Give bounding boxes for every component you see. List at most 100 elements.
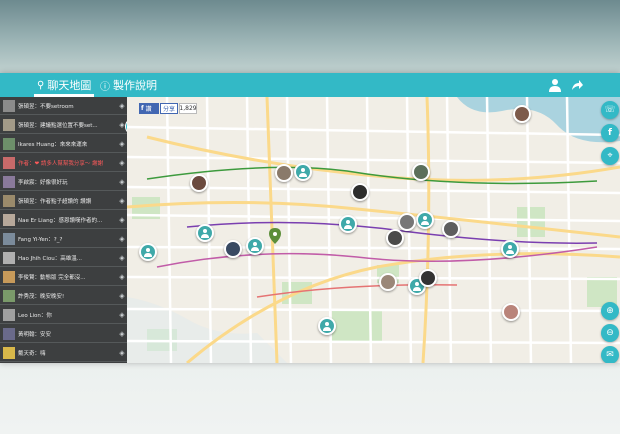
locate-message-icon[interactable]: ◈: [118, 197, 126, 205]
app-window: ⚲ 聊天地圖 ⓘ 製作說明 張碩昱：不要setroom ◈ 張碩昱：建議點選位置不要…: [0, 73, 620, 363]
broadcast-button[interactable]: ☏: [601, 101, 619, 119]
chat-message-list[interactable]: 張碩昱：不要setroom ◈ 張碩昱：建議點選位置不要set... ◈ Ikares …: [0, 97, 127, 363]
facebook-button[interactable]: f: [601, 124, 619, 142]
chat-message-text: Nae Er Liang：感恩讚嘆作者的...: [18, 217, 103, 224]
avatar: [3, 346, 15, 359]
chat-message-item[interactable]: 作者：❤ 請多人幫幫我分享～ 謝謝 ◈: [0, 154, 127, 172]
user-icon[interactable]: [548, 77, 562, 93]
user-avatar-marker[interactable]: [351, 183, 369, 201]
user-avatar-marker[interactable]: [386, 229, 404, 247]
facebook-like-label: 讚: [145, 106, 152, 113]
avatar: [3, 251, 15, 264]
locate-message-icon[interactable]: ◈: [118, 235, 126, 243]
chat-message-item[interactable]: 張碩昱：不要setroom ◈: [0, 97, 127, 115]
map-pin-icon[interactable]: [269, 228, 281, 244]
person-icon: [251, 242, 259, 251]
user-avatar-marker[interactable]: [513, 105, 531, 123]
avatar: [3, 289, 15, 302]
locate-message-icon[interactable]: ◈: [118, 311, 126, 319]
user-marker[interactable]: [318, 317, 336, 335]
facebook-share-label: 分享: [162, 106, 175, 113]
user-marker[interactable]: [139, 243, 157, 261]
user-marker[interactable]: [294, 163, 312, 181]
chat-message-item[interactable]: 張碩昱：建議點選位置不要set... ◈: [0, 116, 127, 134]
chat-message-item[interactable]: 戴天奇：嗨 ◈: [0, 344, 127, 362]
avatar: [3, 156, 15, 169]
chat-message-item[interactable]: Leo Lion：你 ◈: [0, 306, 127, 324]
map-pin-icon: ⚲: [37, 79, 45, 91]
facebook-share-button[interactable]: 分享: [160, 103, 178, 114]
facebook-like-button[interactable]: f 讚: [139, 103, 159, 114]
locate-message-icon[interactable]: ◈: [118, 273, 126, 281]
avatar: [3, 137, 15, 150]
chat-message-text: Hao Jhih Ciou：高雄溫...: [18, 255, 82, 262]
crosshair-icon: ⌖: [607, 151, 613, 161]
chat-bubble-icon: ✉: [606, 350, 614, 360]
locate-message-icon[interactable]: ◈: [118, 178, 126, 186]
user-marker[interactable]: [416, 211, 434, 229]
facebook-share-count: 1,829: [179, 103, 197, 114]
user-avatar-marker[interactable]: [379, 273, 397, 291]
chat-message-item[interactable]: Fang Yi-Yen：?_? ◈: [0, 230, 127, 248]
locate-message-icon[interactable]: ◈: [118, 102, 126, 110]
user-avatar-marker[interactable]: [398, 213, 416, 231]
chat-message-text: 張碩昱：建議點選位置不要set...: [18, 122, 98, 129]
user-avatar-marker[interactable]: [224, 240, 242, 258]
chat-message-text: 許秀茂：晚安晚安!: [18, 293, 65, 300]
user-avatar-marker[interactable]: [419, 269, 437, 287]
chat-message-text: 張碩昱：不要setroom: [18, 103, 74, 110]
chat-message-text: Ikares Huang：來來來運來: [18, 141, 88, 148]
locate-message-icon[interactable]: ◈: [118, 292, 126, 300]
chat-message-item[interactable]: Nae Er Liang：感恩讚嘆作者的... ◈: [0, 211, 127, 229]
avatar: [3, 308, 15, 321]
user-avatar-marker[interactable]: [275, 164, 293, 182]
chat-message-item[interactable]: 許秀茂：晚安晚安! ◈: [0, 287, 127, 305]
user-marker[interactable]: [196, 224, 214, 242]
user-marker[interactable]: [339, 215, 357, 233]
user-avatar-marker[interactable]: [502, 303, 520, 321]
person-icon: [323, 322, 331, 331]
avatar: [3, 270, 15, 283]
chat-message-item[interactable]: 李啟宸：好像很好玩 ◈: [0, 173, 127, 191]
locate-message-icon[interactable]: ◈: [118, 254, 126, 262]
chat-message-text: 作者：❤ 請多人幫幫我分享～ 謝謝: [18, 160, 104, 167]
facebook-icon: f: [608, 128, 612, 138]
user-avatar-marker[interactable]: [412, 163, 430, 181]
chat-message-item[interactable]: 李俊賢：動態版 完全都沒... ◈: [0, 268, 127, 286]
person-icon: [144, 248, 152, 257]
locate-message-icon[interactable]: ◈: [118, 159, 126, 167]
locate-message-icon[interactable]: ◈: [118, 216, 126, 224]
user-avatar-marker[interactable]: [442, 220, 460, 238]
avatar: [3, 327, 15, 340]
broadcast-icon: ☏: [604, 105, 616, 115]
chat-message-item[interactable]: 張碩昱：作者點子超讚的 讚讚 ◈: [0, 192, 127, 210]
person-icon: [201, 229, 209, 238]
info-icon: ⓘ: [100, 81, 110, 93]
person-icon: [421, 216, 429, 225]
tab-about[interactable]: ⓘ 製作說明: [100, 73, 157, 97]
top-nav-bar: ⚲ 聊天地圖 ⓘ 製作說明: [0, 73, 620, 97]
tab-about-label: 製作說明: [113, 79, 157, 92]
share-icon[interactable]: [570, 77, 584, 93]
locate-message-icon[interactable]: ◈: [118, 140, 126, 148]
zoom-in-button[interactable]: ⊕: [601, 302, 619, 320]
chat-button[interactable]: ✉: [601, 346, 619, 363]
chat-message-text: 李俊賢：動態版 完全都沒...: [18, 274, 86, 281]
user-marker[interactable]: [501, 240, 519, 258]
person-icon: [299, 168, 307, 177]
chat-message-item[interactable]: Ikares Huang：來來來運來 ◈: [0, 135, 127, 153]
locate-message-icon[interactable]: ◈: [118, 330, 126, 338]
chat-message-item[interactable]: Hao Jhih Ciou：高雄溫... ◈: [0, 249, 127, 267]
chat-message-text: Fang Yi-Yen：?_?: [18, 236, 63, 243]
avatar: [3, 118, 15, 131]
avatar: [3, 232, 15, 245]
zoom-out-button[interactable]: ⊖: [601, 324, 619, 342]
user-marker[interactable]: [246, 237, 264, 255]
locate-message-icon[interactable]: ◈: [118, 349, 126, 357]
chat-message-item[interactable]: 黃明翰：安安 ◈: [0, 325, 127, 343]
chat-message-text: Leo Lion：你: [18, 312, 52, 319]
avatar: [3, 194, 15, 207]
locate-me-button[interactable]: ⌖: [601, 147, 619, 165]
user-avatar-marker[interactable]: [190, 174, 208, 192]
map-canvas[interactable]: f 讚 分享 1,829 ☏ f ⌖ ⊕ ⊖ ✉: [127, 97, 620, 363]
